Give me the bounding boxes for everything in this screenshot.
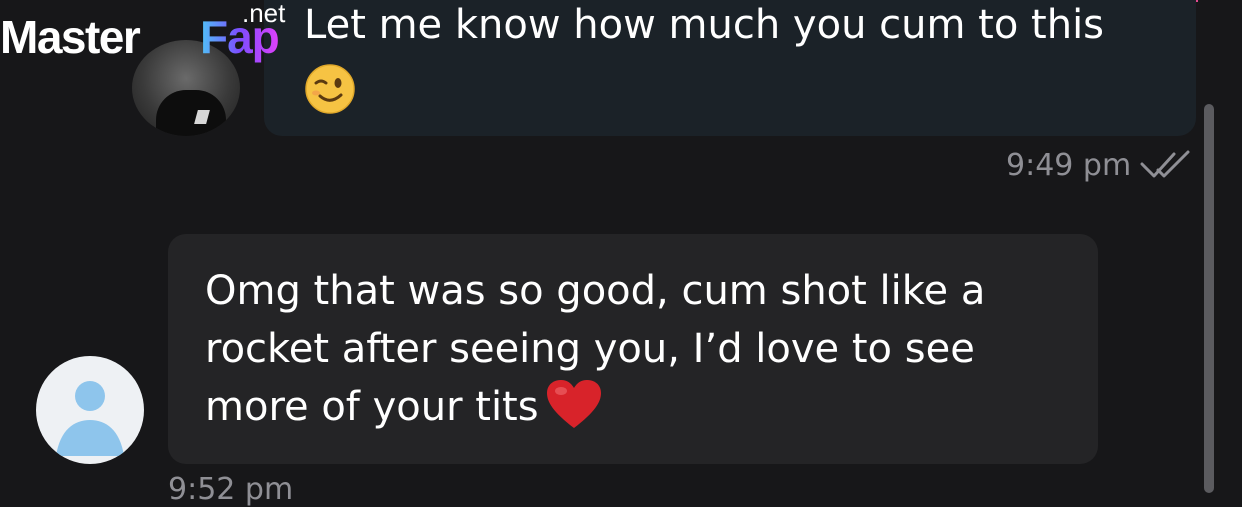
logo-master-text: Master bbox=[0, 11, 141, 63]
user-silhouette-icon bbox=[56, 381, 124, 456]
logo-tld-text: .net bbox=[242, 0, 286, 28]
avatar-photo-shirt bbox=[156, 90, 226, 136]
red-heart-emoji-icon bbox=[546, 380, 601, 428]
default-user-avatar[interactable] bbox=[36, 356, 144, 464]
outgoing-timestamp: 9:49 pm bbox=[1006, 148, 1132, 183]
double-check-icon bbox=[1140, 150, 1190, 178]
outgoing-message-text: Let me know how much you cum to this bbox=[304, 2, 1105, 48]
winking-face-emoji-icon bbox=[305, 64, 355, 114]
incoming-message-text: Omg that was so good, cum shot like a ro… bbox=[205, 262, 1085, 436]
chat-scrollbar[interactable] bbox=[1204, 104, 1214, 493]
incoming-timestamp: 9:52 pm bbox=[168, 472, 294, 507]
